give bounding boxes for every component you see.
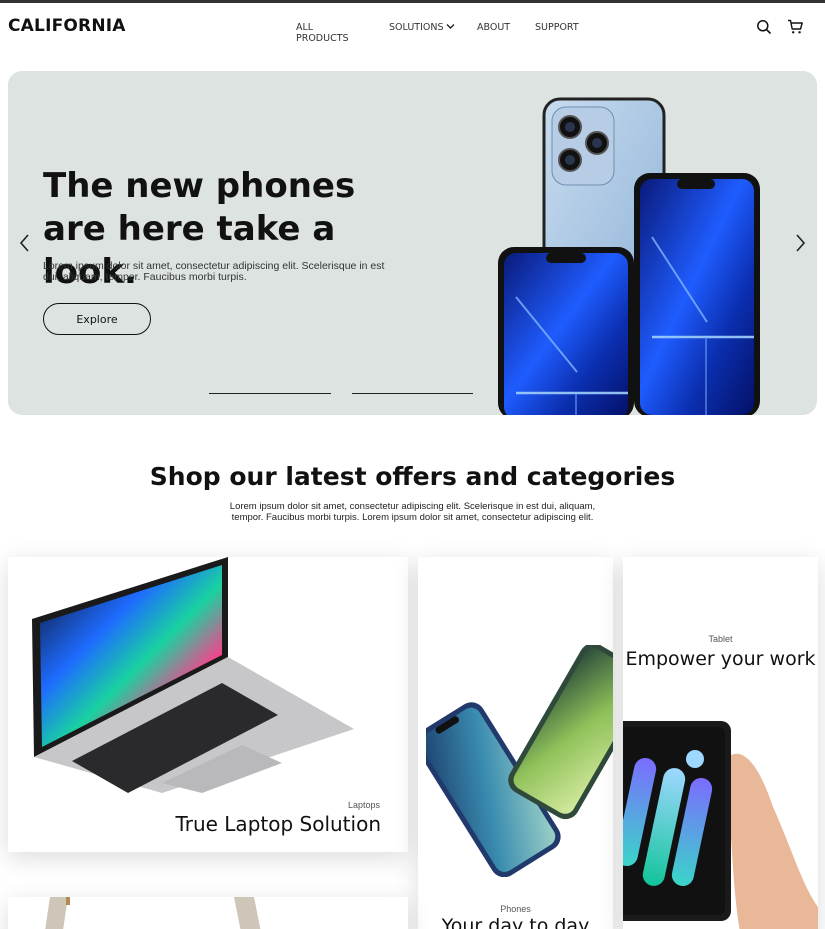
category-title-laptops: True Laptop Solution [175, 812, 381, 836]
offers-title: Shop our latest offers and categories [149, 462, 676, 491]
offers-description: Lorem ipsum dolor sit amet, consectetur … [229, 501, 596, 523]
chevron-left-icon[interactable] [17, 233, 33, 253]
tablet-image [623, 721, 818, 929]
slide-indicator-1[interactable] [209, 393, 331, 394]
laptop-image [32, 557, 354, 793]
category-card-tablet[interactable]: Tablet Empower your work [623, 557, 818, 929]
category-title-tablet: Empower your work [625, 648, 816, 670]
category-card-laptops[interactable]: Laptops True Laptop Solution [8, 557, 408, 852]
explore-button[interactable]: Explore [43, 303, 151, 335]
top-border [0, 0, 825, 3]
category-label-phones: Phones [500, 904, 531, 914]
phones-image [426, 645, 613, 877]
brand-logo[interactable]: CALIFORNIA [8, 16, 126, 36]
chevron-right-icon[interactable] [792, 233, 808, 253]
category-label-laptops: Laptops [347, 800, 380, 810]
nav-support[interactable]: SUPPORT [535, 22, 579, 33]
nav-about[interactable]: ABOUT [477, 22, 510, 33]
hero-phones-image [498, 97, 760, 415]
search-icon[interactable] [755, 18, 773, 36]
hero-banner: The new phones are here take a look. Lor… [8, 71, 817, 415]
category-title-phones: Your day to day [441, 915, 590, 929]
category-label-tablet: Tablet [708, 634, 733, 644]
nav-solutions-label: SOLUTIONS [389, 22, 444, 33]
slide-indicator-2[interactable] [352, 393, 473, 394]
hero-description: Lorem ipsum dolor sit amet, consectetur … [43, 260, 385, 283]
category-card-watches[interactable] [8, 897, 408, 929]
nav-all-products[interactable]: ALL PRODUCTS [296, 22, 349, 44]
cart-icon[interactable] [786, 18, 804, 36]
nav-solutions[interactable]: SOLUTIONS [389, 22, 455, 33]
chevron-down-icon [446, 22, 455, 33]
category-card-phones[interactable]: Phones Your day to day [418, 557, 613, 929]
watch-band-image [45, 897, 261, 929]
